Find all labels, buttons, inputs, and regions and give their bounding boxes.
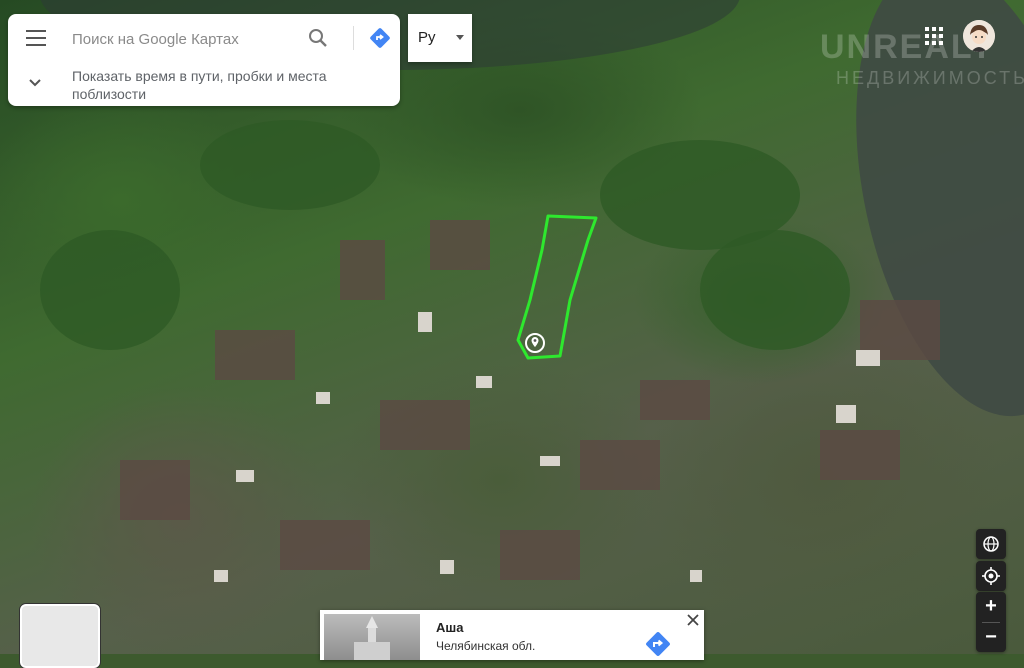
caret-down-icon bbox=[456, 35, 464, 40]
language-select-value: Ру bbox=[418, 29, 436, 46]
place-photo[interactable] bbox=[324, 614, 420, 660]
avatar[interactable] bbox=[963, 20, 995, 52]
search-panel: Показать время в пути, пробки и места по… bbox=[8, 14, 400, 106]
travel-time-hint-text: Показать время в пути, пробки и места по… bbox=[72, 68, 327, 102]
chevron-down-icon bbox=[28, 76, 42, 90]
place-title: Аша bbox=[436, 620, 464, 635]
close-icon[interactable] bbox=[686, 613, 700, 627]
directions-icon[interactable] bbox=[369, 27, 391, 49]
apps-icon[interactable] bbox=[925, 27, 943, 45]
globe-icon bbox=[983, 536, 999, 552]
language-select[interactable]: Ру bbox=[408, 14, 472, 62]
search-input[interactable] bbox=[70, 24, 304, 54]
my-location-icon bbox=[982, 567, 1000, 585]
zoom-in-button[interactable]: + bbox=[976, 592, 1006, 621]
zoom-controls: + − bbox=[976, 592, 1006, 652]
place-card[interactable]: Аша Челябинская обл. bbox=[320, 610, 704, 660]
zoom-out-button[interactable]: − bbox=[976, 623, 1006, 652]
search-divider bbox=[353, 26, 354, 50]
search-row bbox=[8, 14, 400, 62]
my-location-button[interactable] bbox=[976, 561, 1006, 591]
travel-time-hint[interactable]: Показать время в пути, пробки и места по… bbox=[8, 64, 400, 104]
place-subtitle: Челябинская обл. bbox=[436, 639, 536, 653]
layers-toggle[interactable] bbox=[20, 604, 100, 668]
search-icon[interactable] bbox=[308, 28, 328, 48]
location-pin-icon[interactable] bbox=[524, 332, 546, 354]
globe-view-button[interactable] bbox=[976, 529, 1006, 559]
menu-icon[interactable] bbox=[26, 30, 46, 46]
